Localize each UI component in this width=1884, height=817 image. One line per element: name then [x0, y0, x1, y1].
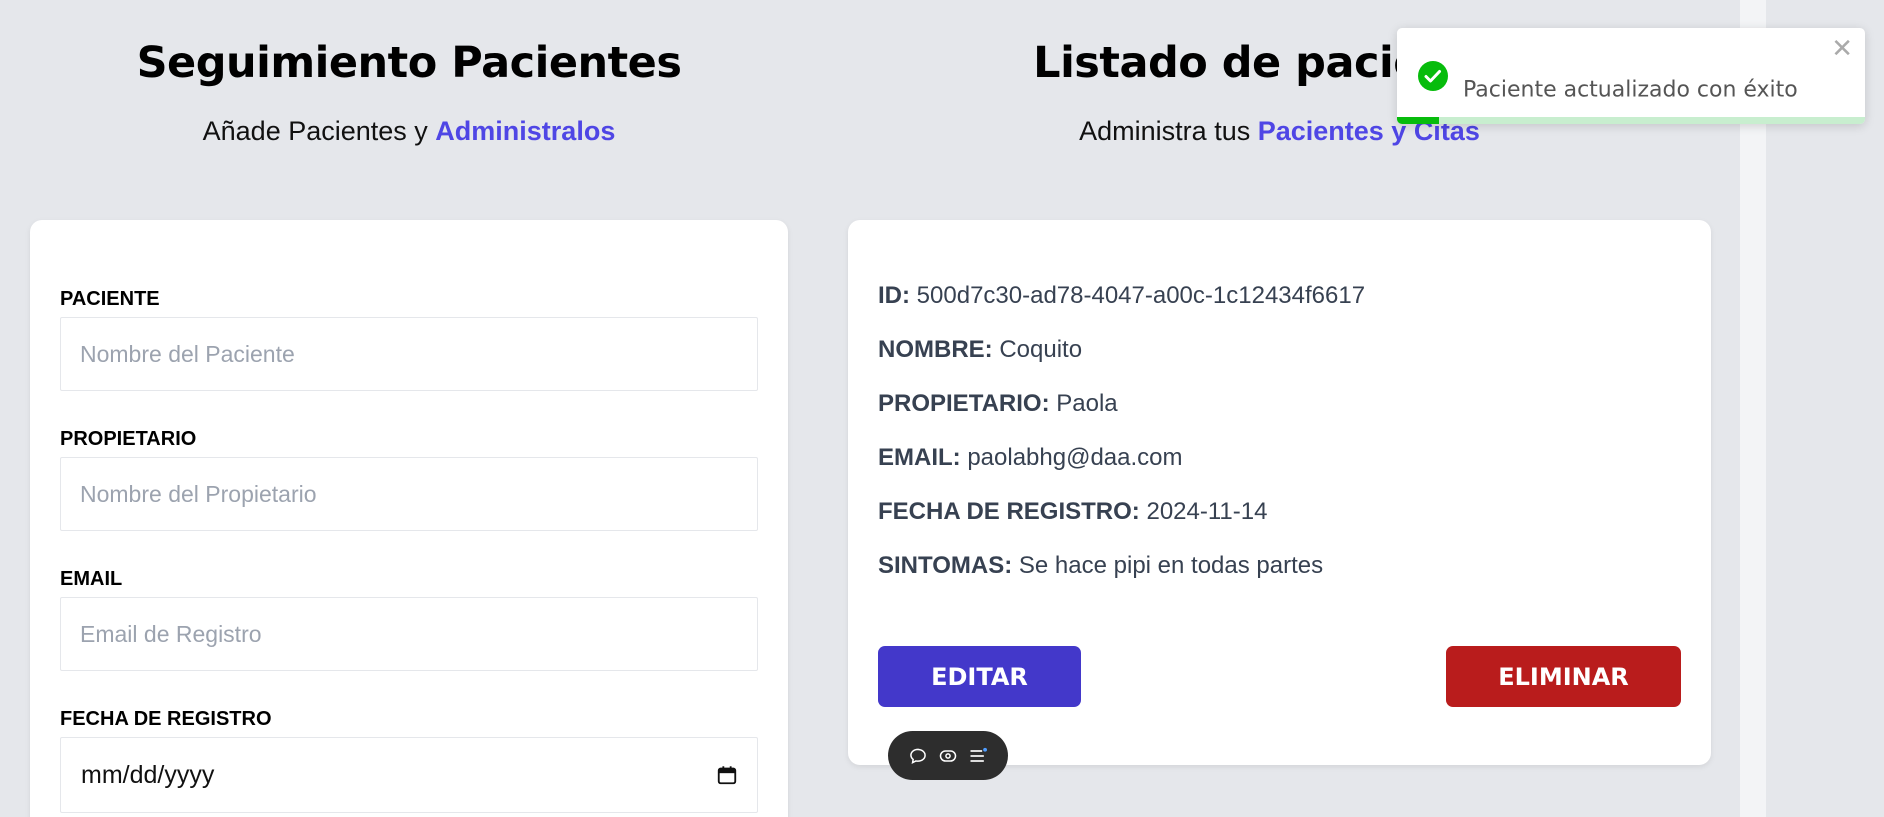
patient-email-label: EMAIL: — [878, 444, 961, 471]
patient-symptoms-value: Se hace pipi en todas partes — [1018, 552, 1324, 579]
patient-symptoms: SINTOMAS: Se hace pipi en todas partes — [878, 552, 1323, 580]
calendar-icon[interactable] — [716, 764, 738, 786]
patient-id-value: 500d7c30-ad78-4047-a00c-1c12434f6617 — [916, 282, 1366, 309]
patient-card: ID: 500d7c30-ad78-4047-a00c-1c12434f6617… — [848, 220, 1711, 765]
form-title: Seguimiento Pacientes — [136, 38, 682, 88]
success-toast: Paciente actualizado con éxito ✕ — [1397, 28, 1865, 124]
close-icon[interactable]: ✕ — [1831, 36, 1853, 62]
patient-date: FECHA DE REGISTRO: 2024-11-14 — [878, 498, 1267, 526]
toast-progress-fill — [1397, 117, 1440, 124]
patient-owner: PROPIETARIO: Paola — [878, 390, 1118, 418]
form-subtitle-accent: Administralos — [435, 116, 616, 146]
form-subtitle: Añade Pacientes y Administralos — [30, 116, 788, 147]
check-circle-icon — [1418, 61, 1448, 91]
toast-progress-track — [1397, 117, 1865, 124]
date-placeholder: mm/dd/yyyy — [81, 760, 215, 789]
form-subtitle-prefix: Añade Pacientes y — [202, 116, 436, 146]
field-email: EMAIL — [60, 568, 758, 671]
eye-icon[interactable] — [938, 746, 958, 766]
page: Seguimiento Pacientes Añade Pacientes y … — [0, 0, 1884, 817]
patient-id-label: ID: — [878, 282, 910, 309]
patient-symptoms-label: SINTOMAS: — [878, 552, 1013, 579]
field-owner: PROPIETARIO — [60, 428, 758, 531]
owner-label: PROPIETARIO — [60, 428, 197, 450]
patient-owner-label: PROPIETARIO: — [878, 390, 1050, 417]
patient-owner-value: Paola — [1056, 390, 1118, 417]
list-subtitle-prefix: Administra tus — [1079, 116, 1258, 146]
field-patient: PACIENTE — [60, 288, 758, 391]
patient-input[interactable] — [60, 317, 758, 391]
comment-icon[interactable] — [908, 746, 928, 766]
patient-name-value: Coquito — [999, 336, 1083, 363]
patient-form: PACIENTE PROPIETARIO EMAIL FECHA DE REGI… — [30, 220, 788, 817]
floating-toolbar — [888, 731, 1008, 780]
edit-button[interactable]: EDITAR — [878, 646, 1081, 707]
toast-message: Paciente actualizado con éxito — [1463, 77, 1798, 103]
email-label: EMAIL — [60, 568, 123, 590]
email-input[interactable] — [60, 597, 758, 671]
patient-date-label: FECHA DE REGISTRO: — [878, 498, 1140, 525]
patient-email-value: paolabhg@daa.com — [967, 444, 1183, 471]
patient-email: EMAIL: paolabhg@daa.com — [878, 444, 1183, 472]
patient-form-section: Seguimiento Pacientes Añade Pacientes y … — [30, 0, 788, 817]
delete-button[interactable]: ELIMINAR — [1446, 646, 1681, 707]
date-input[interactable]: mm/dd/yyyy — [60, 737, 758, 813]
patient-name: NOMBRE: Coquito — [878, 336, 1082, 364]
patient-date-value: 2024-11-14 — [1146, 498, 1268, 525]
menu-icon[interactable] — [968, 746, 988, 766]
date-label: FECHA DE REGISTRO — [60, 708, 272, 730]
owner-input[interactable] — [60, 457, 758, 531]
patient-id: ID: 500d7c30-ad78-4047-a00c-1c12434f6617 — [878, 282, 1365, 310]
field-date: FECHA DE REGISTRO mm/dd/yyyy — [60, 708, 758, 813]
patient-name-label: NOMBRE: — [878, 336, 993, 363]
patient-label: PACIENTE — [60, 288, 160, 310]
